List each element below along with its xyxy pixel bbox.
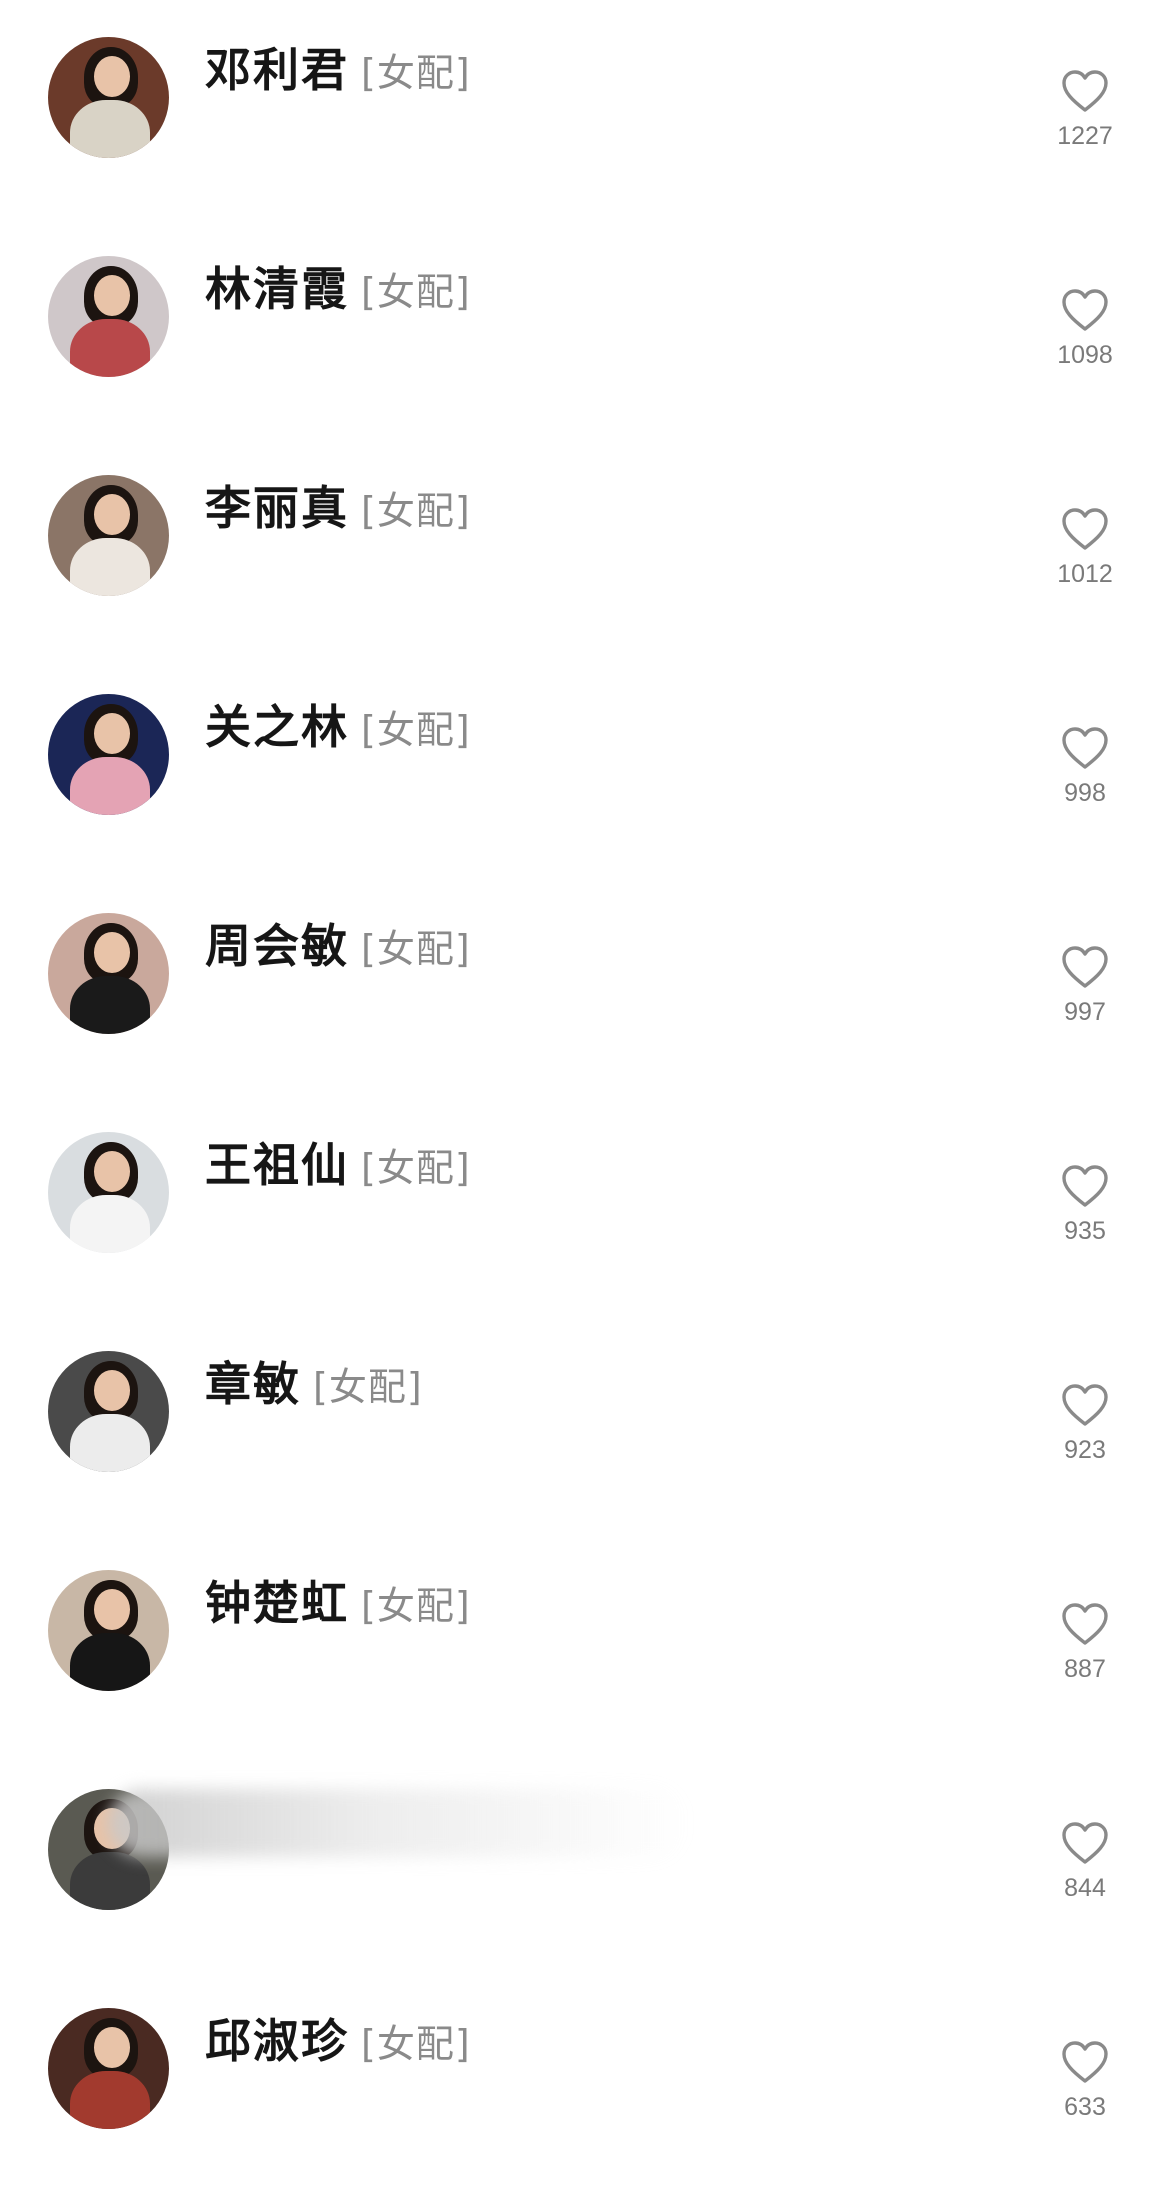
list-item[interactable]: 王祖仙 [女配] 935 xyxy=(0,1095,1170,1314)
like-count: 1012 xyxy=(1057,560,1113,588)
avatar-body-shape xyxy=(69,975,150,1034)
redacted-name-bar xyxy=(108,1789,688,1857)
avatar-body-shape xyxy=(69,1413,150,1472)
list-item[interactable]: 关之林 [女配] 998 xyxy=(0,657,1170,876)
avatar-body-shape xyxy=(69,99,150,158)
like-button[interactable]: 935 xyxy=(1040,1163,1130,1263)
avatar[interactable] xyxy=(48,1351,169,1472)
avatar-body-shape xyxy=(69,1632,150,1691)
list-item[interactable]: 钟楚虹 [女配] 887 xyxy=(0,1533,1170,1752)
actress-name-text: 邓利君 xyxy=(205,43,349,97)
heart-outline-icon[interactable] xyxy=(1060,287,1110,333)
like-count: 935 xyxy=(1064,1217,1106,1245)
like-count: 997 xyxy=(1064,998,1106,1026)
actress-name[interactable]: 关之林 [女配] xyxy=(205,691,471,757)
avatar[interactable] xyxy=(48,694,169,815)
like-button[interactable]: 1098 xyxy=(1040,287,1130,387)
role-tag: [女配] xyxy=(361,2022,471,2066)
heart-outline-icon[interactable] xyxy=(1060,1820,1110,1866)
role-tag: [女配] xyxy=(361,51,471,95)
avatar-body-shape xyxy=(69,537,150,596)
heart-outline-icon[interactable] xyxy=(1060,506,1110,552)
list-item[interactable]: 章敏 [女配] 923 xyxy=(0,1314,1170,1533)
like-button[interactable]: 633 xyxy=(1040,2039,1130,2139)
avatar[interactable] xyxy=(48,475,169,596)
actress-name[interactable]: 邓利君 [女配] xyxy=(205,34,471,100)
heart-outline-icon[interactable] xyxy=(1060,944,1110,990)
actress-name-text: 王祖仙 xyxy=(205,1138,349,1192)
avatar[interactable] xyxy=(48,37,169,158)
list-item[interactable]: 周会敏 [女配] 997 xyxy=(0,876,1170,1095)
actress-name-text: 钟楚虹 xyxy=(205,1576,349,1630)
actress-name[interactable]: 章敏 [女配] xyxy=(205,1348,423,1414)
actress-list: 邓利君 [女配] 1227 林清霞 [女配] 1098 李丽真 [女配] 1012 关之林 [女配]… xyxy=(0,0,1170,2154)
like-count: 1227 xyxy=(1057,122,1113,150)
heart-outline-icon[interactable] xyxy=(1060,1601,1110,1647)
like-button[interactable]: 1227 xyxy=(1040,68,1130,168)
like-count: 887 xyxy=(1064,1655,1106,1683)
actress-name[interactable]: 周会敏 [女配] xyxy=(205,910,471,976)
role-tag: [女配] xyxy=(361,708,471,752)
actress-name[interactable]: 李丽真 [女配] xyxy=(205,472,471,538)
actress-name[interactable]: 钟楚虹 [女配] xyxy=(205,1567,471,1633)
list-item[interactable]: 邓利君 [女配] 1227 xyxy=(0,0,1170,219)
like-button[interactable]: 923 xyxy=(1040,1382,1130,1482)
actress-name[interactable]: 邱淑珍 [女配] xyxy=(205,2005,471,2071)
actress-name-text: 邱淑珍 xyxy=(205,2014,349,2068)
list-item[interactable]: 林清霞 [女配] 1098 xyxy=(0,219,1170,438)
like-count: 998 xyxy=(1064,779,1106,807)
avatar[interactable] xyxy=(48,913,169,1034)
like-button[interactable]: 1012 xyxy=(1040,506,1130,606)
avatar-body-shape xyxy=(69,1194,150,1253)
like-button[interactable]: 998 xyxy=(1040,725,1130,825)
role-tag: [女配] xyxy=(361,1146,471,1190)
heart-outline-icon[interactable] xyxy=(1060,1382,1110,1428)
list-item[interactable]: 844 xyxy=(0,1752,1170,1971)
actress-name-text: 周会敏 xyxy=(205,919,349,973)
heart-outline-icon[interactable] xyxy=(1060,1163,1110,1209)
like-button[interactable]: 887 xyxy=(1040,1601,1130,1701)
role-tag: [女配] xyxy=(361,1584,471,1628)
like-button[interactable]: 844 xyxy=(1040,1820,1130,1920)
avatar-body-shape xyxy=(69,1851,150,1910)
list-item[interactable]: 李丽真 [女配] 1012 xyxy=(0,438,1170,657)
role-tag: [女配] xyxy=(361,927,471,971)
avatar-body-shape xyxy=(69,318,150,377)
avatar-body-shape xyxy=(69,2070,150,2129)
role-tag: [女配] xyxy=(361,270,471,314)
actress-name-text: 李丽真 xyxy=(205,481,349,535)
list-item[interactable]: 邱淑珍 [女配] 633 xyxy=(0,1971,1170,2190)
role-tag: [女配] xyxy=(313,1365,423,1409)
heart-outline-icon[interactable] xyxy=(1060,2039,1110,2085)
actress-name[interactable]: 王祖仙 [女配] xyxy=(205,1129,471,1195)
actress-name[interactable]: 林清霞 [女配] xyxy=(205,253,471,319)
like-count: 844 xyxy=(1064,1874,1106,1902)
actress-name-text: 章敏 xyxy=(205,1357,301,1411)
like-count: 633 xyxy=(1064,2093,1106,2121)
avatar[interactable] xyxy=(48,256,169,377)
like-count: 1098 xyxy=(1057,341,1113,369)
avatar-body-shape xyxy=(69,756,150,815)
actress-name-text: 关之林 xyxy=(205,700,349,754)
avatar[interactable] xyxy=(48,1132,169,1253)
actress-name-text: 林清霞 xyxy=(205,262,349,316)
heart-outline-icon[interactable] xyxy=(1060,68,1110,114)
role-tag: [女配] xyxy=(361,489,471,533)
like-button[interactable]: 997 xyxy=(1040,944,1130,1044)
like-count: 923 xyxy=(1064,1436,1106,1464)
heart-outline-icon[interactable] xyxy=(1060,725,1110,771)
avatar[interactable] xyxy=(48,2008,169,2129)
avatar[interactable] xyxy=(48,1570,169,1691)
